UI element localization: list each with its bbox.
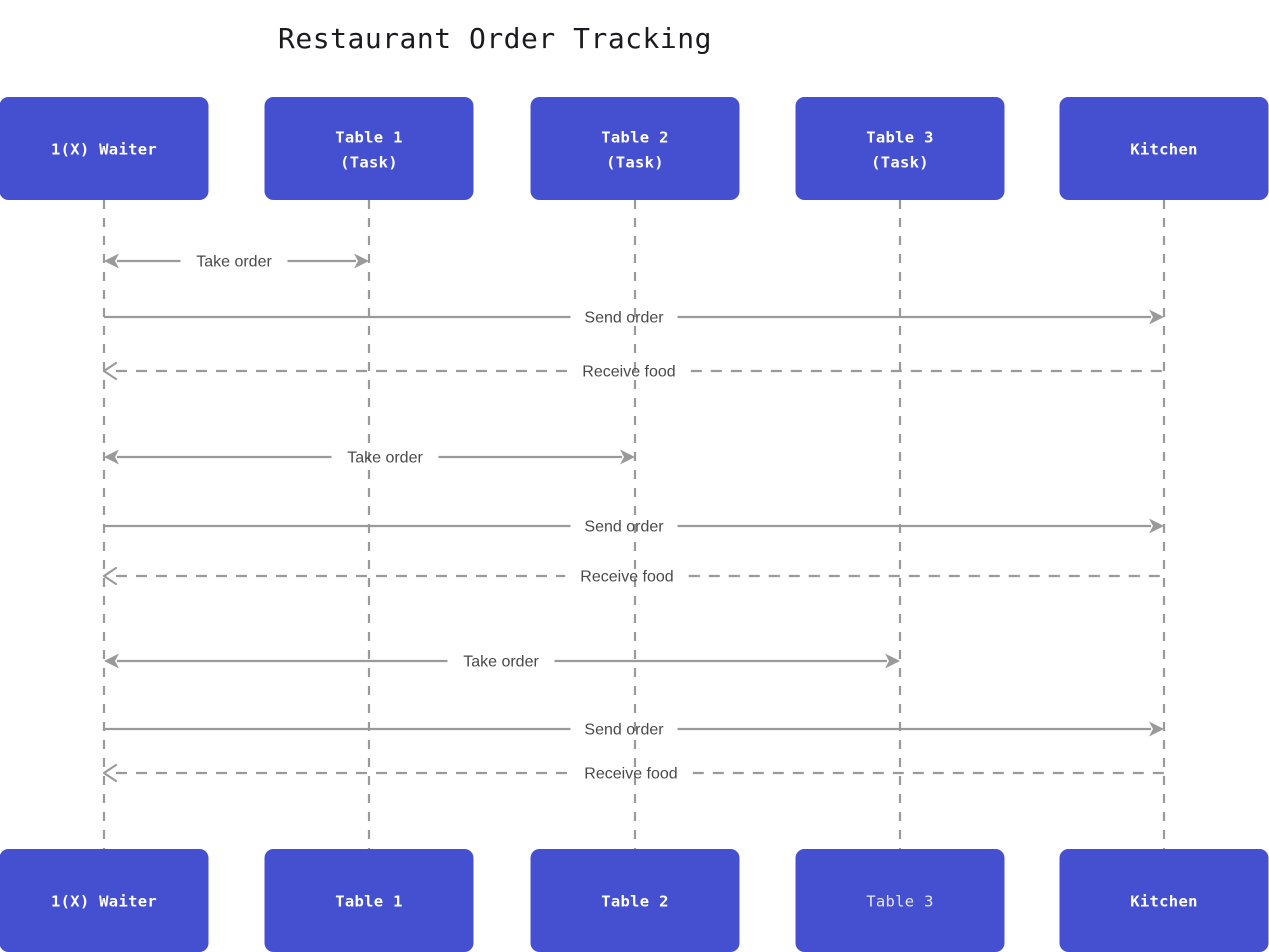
arrowhead-filled-icon bbox=[104, 653, 119, 669]
actor-boxes-bottom: 1(X) Waiter Table 1 Table 2 Table 3 Kitchen bbox=[0, 849, 1269, 952]
actor-box-table1-bottom[interactable]: Table 1 bbox=[264, 849, 474, 952]
actor-label-kitchen: Kitchen bbox=[1130, 893, 1197, 911]
message-label: Receive food bbox=[580, 569, 673, 586]
arrowhead-filled-icon bbox=[620, 449, 635, 465]
actor-label-table1: (Task) bbox=[340, 154, 398, 172]
message-4[interactable]: Take order bbox=[104, 449, 635, 467]
actor-label-table2: Table 2 bbox=[601, 893, 668, 911]
arrowhead-open-icon bbox=[102, 361, 118, 381]
arrowhead-filled-icon bbox=[1149, 721, 1164, 737]
actor-label-waiter: 1(X) Waiter bbox=[51, 141, 157, 159]
arrowhead-filled-icon bbox=[885, 653, 900, 669]
actor-box-table1-top[interactable]: Table 1 (Task) bbox=[264, 97, 474, 200]
actor-label-table2: (Task) bbox=[606, 154, 664, 172]
message-1[interactable]: Take order bbox=[104, 253, 369, 271]
actor-label-table3: Table 3 bbox=[866, 893, 933, 911]
message-label: Receive food bbox=[584, 766, 677, 783]
actor-box-kitchen-bottom[interactable]: Kitchen bbox=[1059, 849, 1269, 952]
message-label: Take order bbox=[196, 254, 272, 271]
arrowhead-filled-icon bbox=[104, 253, 119, 269]
message-3[interactable]: Receive food bbox=[102, 361, 1164, 381]
actor-box-table2-bottom[interactable]: Table 2 bbox=[530, 849, 740, 952]
actor-label-table1: Table 1 bbox=[335, 129, 402, 147]
message-label: Send order bbox=[584, 722, 664, 739]
actor-box-shape bbox=[264, 97, 474, 200]
message-9[interactable]: Receive food bbox=[102, 763, 1164, 783]
actor-box-table3-top[interactable]: Table 3 (Task) bbox=[795, 97, 1005, 200]
message-6[interactable]: Receive food bbox=[102, 566, 1164, 586]
actor-boxes-top: 1(X) WaiterTable 1(Task)Table 2(Task)Tab… bbox=[0, 97, 1269, 200]
message-7[interactable]: Take order bbox=[104, 653, 900, 671]
actor-label-table1: Table 1 bbox=[335, 893, 402, 911]
arrowhead-open-icon bbox=[102, 763, 118, 783]
message-label: Send order bbox=[584, 519, 664, 536]
actor-box-waiter-bottom[interactable]: 1(X) Waiter bbox=[0, 849, 209, 952]
message-5[interactable]: Send order bbox=[104, 518, 1164, 536]
actor-label-table2: Table 2 bbox=[601, 129, 668, 147]
arrowhead-open-icon bbox=[102, 566, 118, 586]
message-label: Receive food bbox=[582, 364, 675, 381]
arrowhead-filled-icon bbox=[354, 253, 369, 269]
message-8[interactable]: Send order bbox=[104, 721, 1164, 739]
actor-box-table3-bottom[interactable]: Table 3 bbox=[795, 849, 1005, 952]
actor-box-shape bbox=[795, 97, 1005, 200]
message-label: Take order bbox=[463, 654, 539, 671]
arrowhead-filled-icon bbox=[1149, 309, 1164, 325]
message-label: Take order bbox=[347, 450, 423, 467]
diagram-canvas: Restaurant Order Tracking Take order Send… bbox=[0, 22, 1269, 952]
actor-label-table3: (Task) bbox=[871, 154, 929, 172]
actor-label-waiter: 1(X) Waiter bbox=[51, 893, 157, 911]
actor-box-waiter-top[interactable]: 1(X) Waiter bbox=[0, 97, 209, 200]
message-label: Send order bbox=[584, 310, 664, 327]
message-2[interactable]: Send order bbox=[104, 309, 1164, 327]
actor-box-shape bbox=[530, 97, 740, 200]
actor-box-kitchen-top[interactable]: Kitchen bbox=[1059, 97, 1269, 200]
arrowhead-filled-icon bbox=[1149, 518, 1164, 534]
sequence-diagram: Restaurant Order Tracking Take order Send… bbox=[0, 0, 1269, 952]
arrowhead-filled-icon bbox=[104, 449, 119, 465]
actor-label-table3: Table 3 bbox=[866, 129, 933, 147]
page-title: Restaurant Order Tracking bbox=[278, 22, 712, 55]
actor-box-table2-top[interactable]: Table 2 (Task) bbox=[530, 97, 740, 200]
actor-label-kitchen: Kitchen bbox=[1130, 141, 1197, 159]
